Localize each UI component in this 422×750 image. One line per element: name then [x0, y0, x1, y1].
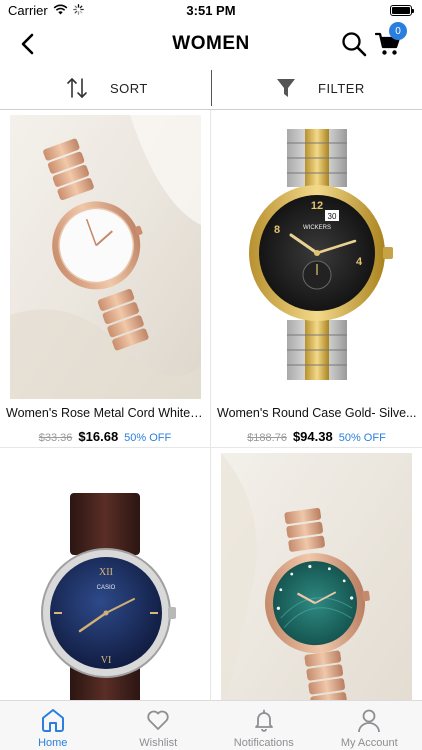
user-icon: [355, 706, 383, 734]
battery-level: [392, 7, 410, 14]
status-time: 3:51 PM: [186, 3, 236, 18]
search-button[interactable]: [340, 30, 368, 58]
product-card[interactable]: 12 4 8 30 WICKERS Women's Round Case Gol…: [211, 110, 422, 448]
sort-label: SORT: [110, 80, 148, 96]
original-price: $188.76: [247, 432, 287, 444]
nav-bar: WOMEN 0: [0, 22, 422, 66]
product-name[interactable]: Women's Rose Metal Cord White I...: [6, 406, 206, 420]
tab-label: Home: [38, 737, 68, 749]
product-image-rose-gold-watch[interactable]: [10, 115, 201, 399]
tab-wishlist[interactable]: Wishlist: [106, 701, 212, 750]
dial-numeral-vi: VI: [101, 655, 112, 666]
battery-icon: [390, 5, 414, 16]
tab-label: My Account: [340, 737, 398, 749]
filter-funnel-icon: [277, 79, 295, 97]
discount-label: 50% OFF: [124, 432, 172, 444]
sort-filter-bar: SORT FILTER: [0, 66, 422, 110]
date-window: 30: [328, 212, 337, 221]
sort-button[interactable]: SORT: [0, 66, 211, 110]
bell-icon: [250, 706, 278, 734]
filter-label: FILTER: [318, 80, 365, 96]
back-button[interactable]: [14, 30, 42, 58]
sort-arrows-icon: [67, 78, 87, 98]
original-price: $33.36: [38, 432, 73, 444]
heart-icon: [144, 706, 172, 734]
tab-my-account[interactable]: My Account: [317, 701, 422, 750]
brand-logo-wickers: WICKERS: [303, 225, 331, 231]
chevron-left-icon: [21, 33, 34, 55]
dial-numeral-xii: XII: [99, 567, 113, 578]
product-card[interactable]: Women's Rose Metal Cord White I... $33.3…: [0, 110, 211, 448]
search-icon: [342, 32, 367, 57]
tab-bar: Home Wishlist Notifications My Account: [0, 700, 422, 750]
tab-home[interactable]: Home: [0, 701, 106, 750]
cart-count-badge: 0: [389, 22, 407, 40]
home-icon: [39, 706, 67, 734]
product-name[interactable]: Women's Round Case Gold- Silve...: [217, 406, 418, 420]
product-image-gold-silver-watch[interactable]: 12 4 8 30 WICKERS: [221, 115, 412, 399]
dial-numeral-4: 4: [356, 256, 363, 268]
cart-button[interactable]: 0: [372, 22, 407, 58]
product-card[interactable]: [211, 448, 422, 700]
sale-price: $94.38: [292, 429, 333, 444]
battery-nub: [412, 9, 414, 13]
dial-numeral-8: 8: [274, 224, 280, 236]
product-grid: Women's Rose Metal Cord White I... $33.3…: [0, 110, 422, 700]
price-row: $33.36 $16.68 50% OFF: [0, 429, 210, 444]
product-card[interactable]: XII CASIO VI: [0, 448, 211, 700]
sale-price: $16.68: [78, 429, 119, 444]
filter-button[interactable]: FILTER: [212, 66, 422, 110]
price-row: $188.76 $94.38 50% OFF: [211, 429, 422, 444]
discount-label: 50% OFF: [338, 432, 386, 444]
status-bar: Carrier 3:51 PM: [0, 0, 422, 22]
brand-logo-casio: CASIO: [97, 585, 116, 591]
tab-label: Notifications: [233, 737, 294, 749]
product-image-rose-gold-green-watch[interactable]: [221, 453, 412, 700]
tab-label: Wishlist: [139, 737, 178, 749]
tab-notifications[interactable]: Notifications: [211, 701, 317, 750]
product-image-leather-watch[interactable]: XII CASIO VI: [10, 453, 201, 700]
